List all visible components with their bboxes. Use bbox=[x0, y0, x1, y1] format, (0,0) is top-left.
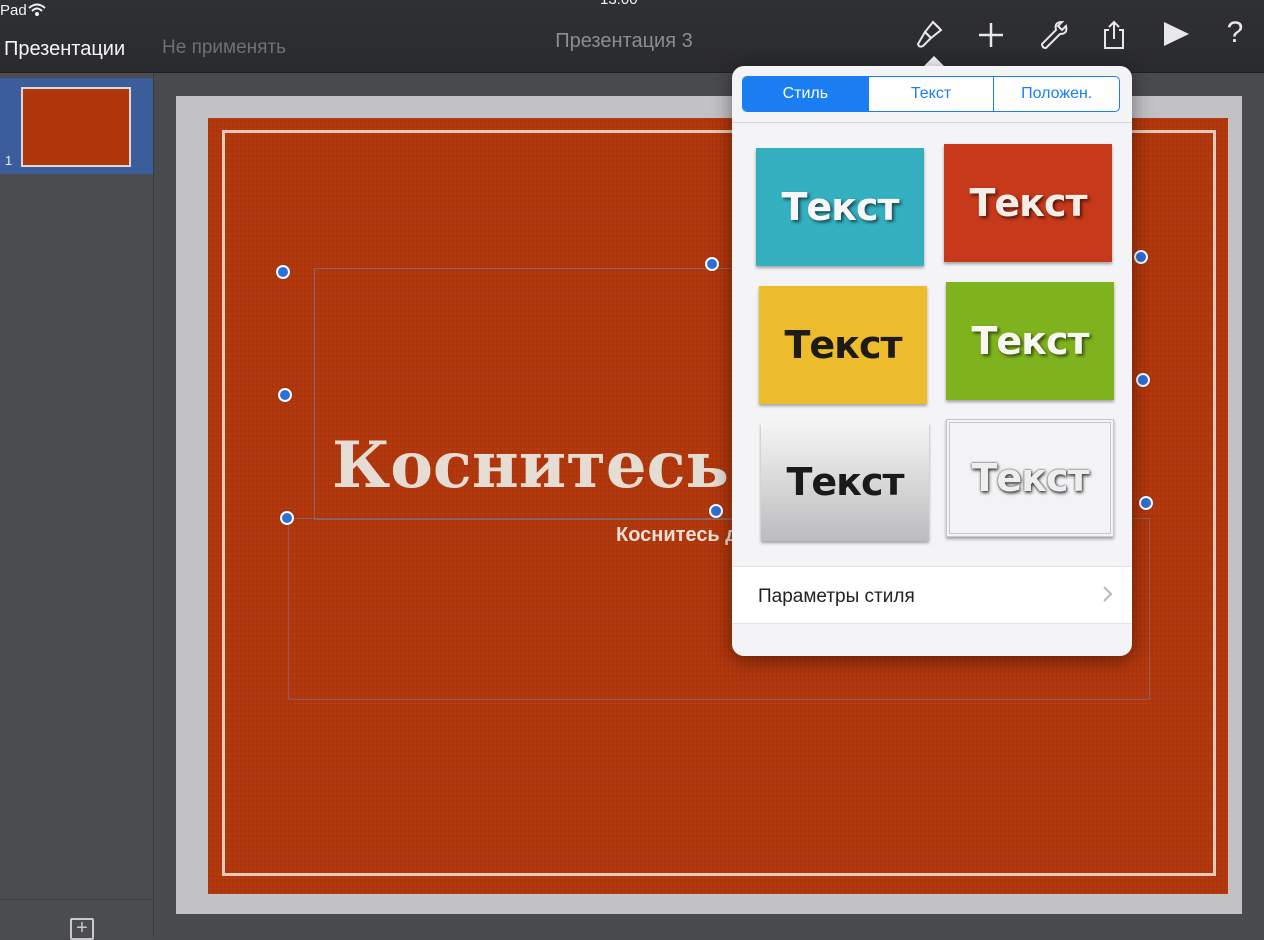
style-tile-red[interactable]: Текст bbox=[944, 144, 1112, 262]
slide-navigator: 1 + bbox=[0, 73, 154, 940]
resize-handle-top-left[interactable] bbox=[276, 265, 290, 279]
wifi-icon bbox=[28, 3, 46, 22]
style-options-label: Параметры стиля bbox=[758, 586, 915, 607]
device-label: Pad bbox=[0, 2, 27, 19]
slide-thumbnail-row[interactable]: 1 bbox=[0, 78, 153, 174]
style-tile-white[interactable]: Текст bbox=[946, 419, 1114, 537]
style-tile-silver[interactable]: Текст bbox=[761, 423, 929, 541]
divider bbox=[732, 122, 1132, 123]
paintbrush-icon[interactable] bbox=[913, 18, 947, 52]
slide-number: 1 bbox=[5, 153, 13, 168]
plus-icon[interactable] bbox=[974, 18, 1008, 52]
divider bbox=[0, 899, 153, 900]
style-tile-yellow[interactable]: Текст bbox=[759, 286, 927, 404]
resize-handle-bottom-middle[interactable] bbox=[709, 504, 723, 518]
play-icon[interactable] bbox=[1160, 18, 1194, 52]
style-tile-green[interactable]: Текст bbox=[946, 282, 1114, 400]
slide-subtitle[interactable]: Коснитесь д bbox=[616, 524, 738, 547]
slide-title[interactable]: Коснитесь bbox=[332, 428, 729, 503]
slide-thumbnail[interactable] bbox=[21, 87, 131, 167]
tab-style[interactable]: Стиль bbox=[743, 77, 868, 111]
document-title[interactable]: Презентация 3 bbox=[555, 30, 693, 52]
share-icon[interactable] bbox=[1097, 18, 1131, 52]
tab-arrange[interactable]: Положен. bbox=[993, 77, 1119, 111]
chevron-right-icon bbox=[1102, 585, 1114, 603]
style-tile-teal[interactable]: Текст bbox=[756, 148, 924, 266]
resize-handle-middle-right[interactable] bbox=[1136, 373, 1150, 387]
resize-handle-top-middle[interactable] bbox=[705, 257, 719, 271]
tab-text[interactable]: Текст bbox=[867, 77, 994, 111]
help-icon[interactable]: ? bbox=[1218, 18, 1252, 52]
resize-handle-top-right[interactable] bbox=[1134, 250, 1148, 264]
resize-handle-middle-left[interactable] bbox=[278, 388, 292, 402]
status-time: 13:00 bbox=[600, 0, 638, 8]
document-title-container: Презентация 3 bbox=[0, 30, 1264, 53]
popover-tabs: Стиль Текст Положен. bbox=[742, 76, 1120, 112]
resize-handle-bottom-right[interactable] bbox=[1139, 496, 1153, 510]
wrench-icon[interactable] bbox=[1036, 18, 1070, 52]
style-options-row[interactable]: Параметры стиля bbox=[732, 566, 1132, 624]
toolbar: Pad 13:00 Презентации Не применять Презе… bbox=[0, 0, 1264, 73]
resize-handle-bottom-left[interactable] bbox=[280, 511, 294, 525]
style-popover: Стиль Текст Положен. Текст Текст Текст Т… bbox=[732, 66, 1132, 656]
